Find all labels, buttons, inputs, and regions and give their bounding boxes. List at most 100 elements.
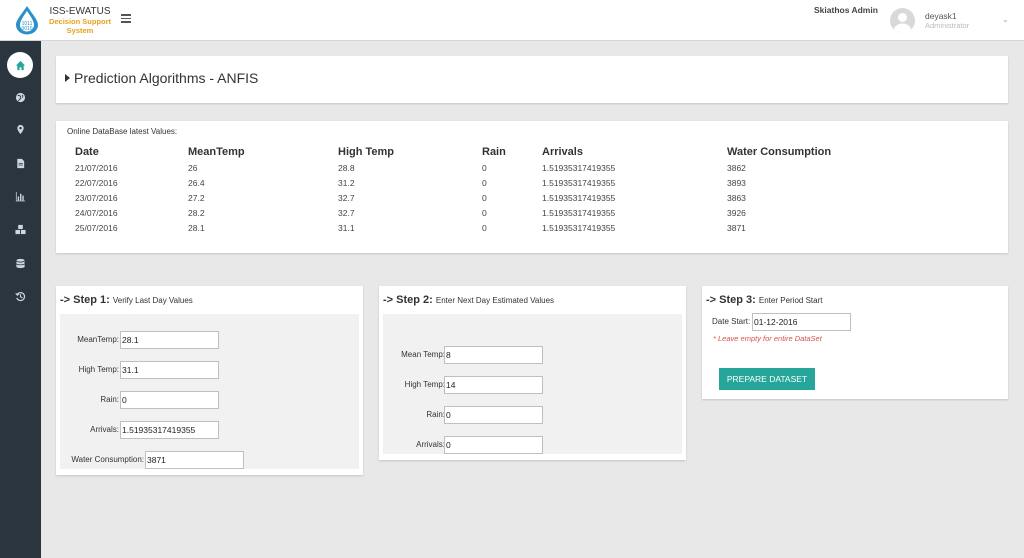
form-row-high-temp: High Temp: (60, 361, 359, 379)
title-panel: Prediction Algorithms - ANFIS (56, 56, 1008, 103)
field-label: Rain: (100, 395, 119, 404)
cell-rain: 0 (482, 177, 487, 188)
field-label: Arrivals: (416, 440, 445, 449)
step1-form: MeanTemp: High Temp: Rain: Arrivals: Wat… (60, 314, 359, 469)
form-row-meantemp: MeanTemp: (60, 331, 359, 349)
cell-arrivals: 1.51935317419355 (542, 207, 616, 218)
cell-date: 23/07/2016 (75, 192, 118, 203)
cell-rain: 0 (482, 207, 487, 218)
meantemp-input[interactable] (120, 331, 219, 349)
table-header-row: Date MeanTemp High Temp Rain Arrivals Wa… (75, 143, 887, 160)
table-row: 24/07/2016 28.2 32.7 0 1.51935317419355 … (75, 205, 887, 220)
page-title: Prediction Algorithms - ANFIS (74, 70, 259, 86)
map-marker-icon[interactable] (7, 116, 33, 142)
form-row-rain: Rain: (383, 406, 682, 424)
step3-title: -> Step 3: (706, 294, 756, 306)
step1-subtitle: Verify Last Day Values (112, 296, 193, 305)
step2-form: Mean Temp: High Temp: Rain: Arrivals: (383, 314, 682, 454)
step3-panel: -> Step 3: Enter Period Start Date Start… (702, 286, 1008, 399)
water-drop-logo-icon: 1011 0010 (16, 6, 38, 35)
step1-heading: -> Step 1: Verify Last Day Values (60, 294, 193, 306)
column-header-meantemp: MeanTemp (188, 145, 245, 158)
cell-water-consumption: 3871 (727, 222, 746, 233)
cell-meantemp: 27.2 (188, 192, 205, 203)
cell-arrivals: 1.51935317419355 (542, 192, 616, 203)
user-avatar-icon (894, 13, 911, 33)
step2-panel: -> Step 2: Enter Next Day Estimated Valu… (379, 286, 686, 460)
date-start-label: Date Start: (712, 317, 751, 326)
bar-chart-icon[interactable] (7, 183, 33, 209)
cell-rain: 0 (482, 222, 487, 233)
brand: ISS-EWATUS Decision Support System (44, 6, 116, 35)
table-row: 22/07/2016 26.4 31.2 0 1.51935317419355 … (75, 175, 887, 190)
step1-title: -> Step 1: (60, 294, 110, 306)
cell-water-consumption: 3863 (727, 192, 746, 203)
cell-high-temp: 32.7 (338, 207, 355, 218)
cell-date: 22/07/2016 (75, 177, 118, 188)
column-header-date: Date (75, 145, 99, 158)
cell-meantemp: 26.4 (188, 177, 205, 188)
step2-subtitle: Enter Next Day Estimated Values (435, 296, 555, 305)
brand-title: ISS-EWATUS (49, 6, 111, 17)
home-icon[interactable] (7, 52, 33, 78)
form-row-mean-temp: Mean Temp: (383, 346, 682, 364)
cell-date: 25/07/2016 (75, 222, 118, 233)
menu-toggle-icon[interactable] (121, 14, 131, 25)
chevron-down-icon[interactable]: ⌄ (1002, 15, 1009, 24)
prepare-dataset-button[interactable]: PREPARE DATASET (719, 368, 815, 390)
caret-right-icon (65, 74, 70, 82)
form-row-arrivals: Arrivals: (60, 421, 359, 439)
rain-input[interactable] (120, 391, 219, 409)
cell-meantemp: 28.1 (188, 222, 205, 233)
avatar[interactable] (890, 8, 915, 33)
sidebar (0, 41, 41, 558)
site-name: Skiathos Admin (814, 5, 878, 15)
cubes-icon[interactable] (7, 216, 33, 242)
cell-meantemp: 26 (188, 162, 198, 173)
cell-arrivals: 1.51935317419355 (542, 177, 616, 188)
mean-temp-input[interactable] (444, 346, 543, 364)
history-icon[interactable] (7, 283, 33, 309)
brand-subtitle-line2: System (66, 26, 94, 35)
database-values-panel: Online DataBase latest Values: Date Mean… (56, 121, 1008, 253)
table-row: 21/07/2016 26 28.8 0 1.51935317419355 38… (75, 160, 887, 175)
cell-rain: 0 (482, 162, 487, 173)
step2-heading: -> Step 2: Enter Next Day Estimated Valu… (383, 294, 554, 306)
column-header-arrivals: Arrivals (542, 145, 583, 158)
date-start-hint: * Leave empty for entire DataSet (713, 334, 822, 343)
cell-date: 21/07/2016 (75, 162, 118, 173)
arrivals-input[interactable] (120, 421, 219, 439)
user-name[interactable]: deyask1 (925, 11, 957, 21)
step3-subtitle: Enter Period Start (758, 296, 823, 305)
cell-high-temp: 31.1 (338, 222, 355, 233)
step1-panel: -> Step 1: Verify Last Day Values MeanTe… (56, 286, 363, 475)
field-label: MeanTemp: (77, 335, 119, 344)
cell-meantemp: 28.2 (188, 207, 205, 218)
cell-rain: 0 (482, 192, 487, 203)
cell-water-consumption: 3893 (727, 177, 746, 188)
high-temp-input[interactable] (444, 376, 543, 394)
top-bar: 1011 0010 ISS-EWATUS Decision Support Sy… (0, 0, 1024, 41)
table-row: 23/07/2016 27.2 32.7 0 1.51935317419355 … (75, 190, 887, 205)
column-header-rain: Rain (482, 145, 506, 158)
field-label: High Temp: (404, 380, 445, 389)
high-temp-input[interactable] (120, 361, 219, 379)
form-row-arrivals: Arrivals: (383, 436, 682, 454)
field-label: High Temp: (78, 365, 119, 374)
arrivals-input[interactable] (444, 436, 543, 454)
cell-date: 24/07/2016 (75, 207, 118, 218)
globe-icon[interactable] (7, 84, 33, 110)
form-row-date-start: Date Start: (702, 313, 1008, 331)
date-start-input[interactable] (752, 313, 851, 331)
field-label: Water Consumption: (71, 455, 144, 464)
cell-water-consumption: 3926 (727, 207, 746, 218)
step3-heading: -> Step 3: Enter Period Start (706, 294, 822, 306)
rain-input[interactable] (444, 406, 543, 424)
data-table: Date MeanTemp High Temp Rain Arrivals Wa… (75, 143, 887, 235)
database-icon[interactable] (7, 250, 33, 276)
form-row-rain: Rain: (60, 391, 359, 409)
brand-subtitle-line1: Decision Support (48, 17, 112, 26)
water-consumption-input[interactable] (145, 451, 244, 469)
file-icon[interactable] (7, 150, 33, 176)
table-caption: Online DataBase latest Values: (67, 127, 178, 136)
